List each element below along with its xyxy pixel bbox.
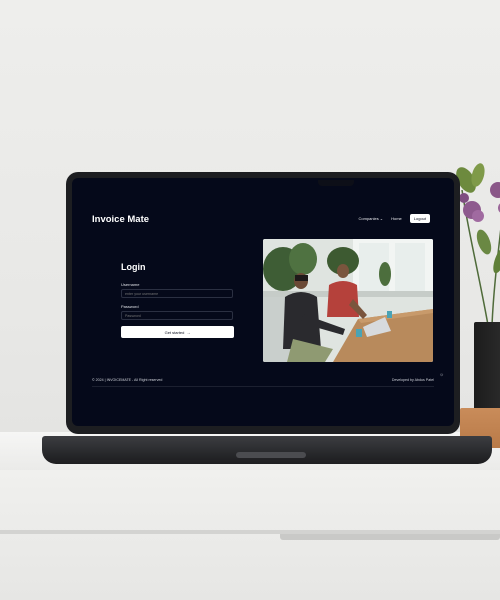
brand-logo[interactable]: Invoice Mate xyxy=(92,214,149,225)
nav-companies-label: Companies xyxy=(358,216,379,221)
logout-button[interactable]: Logout xyxy=(409,214,430,223)
laptop-base xyxy=(42,436,492,464)
footer-copyright: © 2024 | INVOICEMATE - All Right reserve… xyxy=(92,378,163,382)
laptop-screen: Invoice Mate Companies ⌄ Home Logout Log… xyxy=(72,178,454,426)
chevron-down-icon: ⌄ xyxy=(379,216,384,221)
camera-notch xyxy=(318,180,354,186)
footer-divider xyxy=(92,386,434,387)
theme-toggle-icon[interactable]: ☼ xyxy=(439,372,444,378)
password-input[interactable] xyxy=(121,311,233,320)
nav-home[interactable]: Home xyxy=(391,216,402,221)
nav-home-label: Home xyxy=(391,216,402,221)
top-nav: Companies ⌄ Home Logout xyxy=(359,214,430,223)
username-input[interactable] xyxy=(121,289,233,298)
nav-companies[interactable]: Companies ⌄ xyxy=(359,216,384,221)
plant-pot xyxy=(474,322,500,414)
arrow-right-icon: → xyxy=(186,329,191,335)
hero-photo xyxy=(263,239,433,362)
footer-developer: Developed by Abdus Patel xyxy=(391,378,434,382)
drawer-handle xyxy=(280,534,500,540)
laptop-opening-notch xyxy=(236,452,306,458)
get-started-button[interactable]: Get started → xyxy=(121,326,234,338)
password-label: Password xyxy=(121,304,139,309)
login-title: Login xyxy=(121,262,146,272)
username-label: Username xyxy=(121,282,140,287)
get-started-label: Get started xyxy=(164,329,185,335)
